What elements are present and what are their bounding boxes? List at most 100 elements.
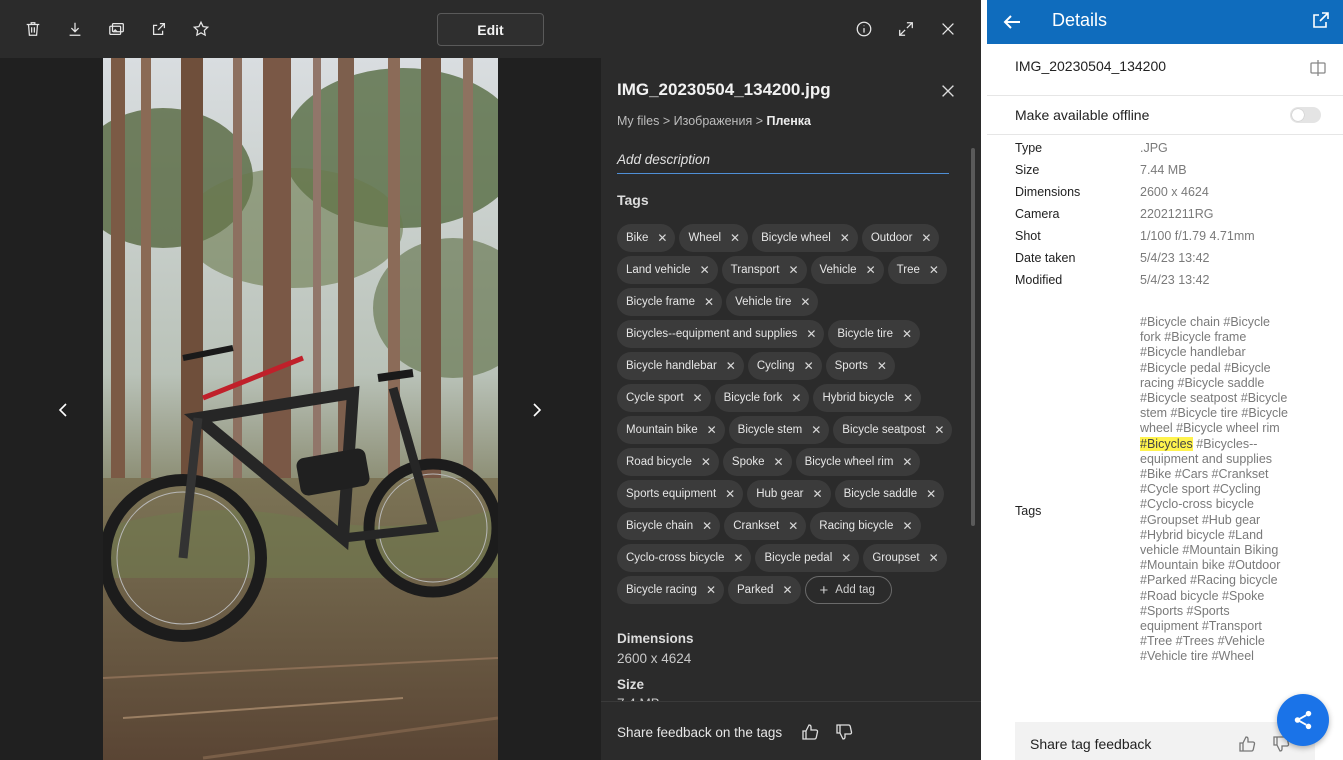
remove-tag-icon[interactable]: ✕ [788, 519, 798, 533]
tag-chip[interactable]: Bicycle chain ✕ [617, 512, 721, 540]
tag-chip[interactable]: Bicycle seatpost ✕ [833, 416, 953, 444]
tag-chip[interactable]: Vehicle ✕ [810, 256, 884, 284]
remove-tag-icon[interactable]: ✕ [926, 487, 936, 501]
tag-chip[interactable]: Vehicle tire ✕ [726, 288, 819, 316]
tag-chip[interactable]: Spoke ✕ [722, 448, 792, 476]
tag-chip[interactable]: Bicycle fork ✕ [714, 384, 810, 412]
remove-tag-icon[interactable]: ✕ [733, 551, 743, 565]
remove-tag-icon[interactable]: ✕ [791, 391, 801, 405]
tag-chip-label: Spoke [731, 456, 765, 468]
remove-tag-icon[interactable]: ✕ [929, 263, 939, 277]
remove-tag-icon[interactable]: ✕ [921, 231, 931, 245]
remove-tag-icon[interactable]: ✕ [813, 487, 823, 501]
tag-chip[interactable]: Racing bicycle ✕ [810, 512, 921, 540]
tag-chip[interactable]: Outdoor ✕ [861, 224, 940, 252]
remove-tag-icon[interactable]: ✕ [774, 455, 784, 469]
remove-tag-icon[interactable]: ✕ [902, 455, 912, 469]
download-icon[interactable] [63, 17, 87, 41]
remove-tag-icon[interactable]: ✕ [800, 295, 810, 309]
slideshow-icon[interactable] [105, 17, 129, 41]
tag-chip[interactable]: Bicycle handlebar ✕ [617, 352, 744, 380]
remove-tag-icon[interactable]: ✕ [866, 263, 876, 277]
remove-tag-icon[interactable]: ✕ [700, 263, 710, 277]
remove-tag-icon[interactable]: ✕ [840, 231, 850, 245]
fullscreen-icon[interactable] [894, 17, 918, 41]
breadcrumb-film[interactable]: Пленка [767, 114, 811, 128]
remove-tag-icon[interactable]: ✕ [806, 327, 816, 341]
back-arrow-icon[interactable] [1001, 11, 1023, 33]
remove-tag-icon[interactable]: ✕ [657, 231, 667, 245]
remove-tag-icon[interactable]: ✕ [804, 359, 814, 373]
rename-icon[interactable] [1308, 58, 1328, 78]
remove-tag-icon[interactable]: ✕ [706, 583, 716, 597]
tag-chip[interactable]: Road bicycle ✕ [617, 448, 719, 476]
tag-chip[interactable]: Bike ✕ [617, 224, 676, 252]
tag-chip[interactable]: Hybrid bicycle ✕ [813, 384, 922, 412]
tag-chip[interactable]: Bicycle wheel rim ✕ [795, 448, 921, 476]
tag-chip[interactable]: Cycle sport ✕ [617, 384, 711, 412]
remove-tag-icon[interactable]: ✕ [701, 455, 711, 469]
remove-tag-icon[interactable]: ✕ [704, 295, 714, 309]
add-tag-button[interactable]: + Add tag [804, 576, 892, 604]
tag-chip[interactable]: Mountain bike ✕ [617, 416, 725, 444]
remove-tag-icon[interactable]: ✕ [877, 359, 887, 373]
remove-tag-icon[interactable]: ✕ [841, 551, 851, 565]
description-input[interactable]: Add description [617, 148, 949, 174]
remove-tag-icon[interactable]: ✕ [929, 551, 939, 565]
breadcrumb-my-files[interactable]: My files [617, 114, 659, 128]
tag-chip[interactable]: Bicycles--equipment and supplies ✕ [617, 320, 825, 348]
tag-chip[interactable]: Bicycle tire ✕ [828, 320, 921, 348]
remove-tag-icon[interactable]: ✕ [725, 487, 735, 501]
remove-tag-icon[interactable]: ✕ [693, 391, 703, 405]
offline-toggle[interactable] [1290, 107, 1321, 123]
next-photo-icon[interactable] [524, 398, 548, 422]
remove-tag-icon[interactable]: ✕ [902, 327, 912, 341]
info-icon[interactable] [852, 17, 876, 41]
remove-tag-icon[interactable]: ✕ [702, 519, 712, 533]
remove-tag-icon[interactable]: ✕ [726, 359, 736, 373]
info-scrollbar[interactable] [971, 148, 975, 526]
previous-photo-icon[interactable] [52, 398, 76, 422]
tag-chip[interactable]: Transport ✕ [721, 256, 807, 284]
tag-chip[interactable]: Cyclo-cross bicycle ✕ [617, 544, 752, 572]
remove-tag-icon[interactable]: ✕ [903, 391, 913, 405]
tag-chip[interactable]: Sports ✕ [825, 352, 895, 380]
tag-chip[interactable]: Hub gear ✕ [747, 480, 831, 508]
remove-tag-icon[interactable]: ✕ [788, 263, 798, 277]
close-icon[interactable] [936, 17, 960, 41]
thumbs-up-icon[interactable] [1237, 734, 1257, 754]
tag-chip[interactable]: Bicycle wheel ✕ [752, 224, 858, 252]
open-external-icon[interactable] [1311, 10, 1331, 30]
share-fab-button[interactable] [1277, 694, 1329, 746]
divider [987, 95, 1343, 96]
remove-tag-icon[interactable]: ✕ [934, 423, 944, 437]
tag-chip[interactable]: Bicycle stem ✕ [728, 416, 830, 444]
file-title: IMG_20230504_134200.jpg [617, 80, 831, 99]
edit-button[interactable]: Edit [437, 13, 544, 46]
tag-chip[interactable]: Bicycle saddle ✕ [834, 480, 945, 508]
star-icon[interactable] [189, 17, 213, 41]
tag-chip[interactable]: Bicycle pedal ✕ [755, 544, 860, 572]
tag-chip[interactable]: Sports equipment ✕ [617, 480, 744, 508]
remove-tag-icon[interactable]: ✕ [782, 583, 792, 597]
remove-tag-icon[interactable]: ✕ [730, 231, 740, 245]
tag-chip[interactable]: Wheel ✕ [679, 224, 749, 252]
remove-tag-icon[interactable]: ✕ [902, 519, 912, 533]
tag-chip[interactable]: Crankset ✕ [724, 512, 807, 540]
tag-chip[interactable]: Land vehicle ✕ [617, 256, 718, 284]
remove-tag-icon[interactable]: ✕ [811, 423, 821, 437]
trash-icon[interactable] [21, 17, 45, 41]
thumbs-up-icon[interactable] [800, 722, 820, 742]
tag-chip[interactable]: Bicycle frame ✕ [617, 288, 723, 316]
tag-chip[interactable]: Groupset ✕ [863, 544, 947, 572]
close-info-icon[interactable] [939, 82, 957, 100]
thumbs-down-icon[interactable] [834, 722, 854, 742]
tag-chip[interactable]: Cycling ✕ [747, 352, 822, 380]
share-icon[interactable] [147, 17, 171, 41]
breadcrumb-images[interactable]: Изображения [674, 114, 753, 128]
remove-tag-icon[interactable]: ✕ [707, 423, 717, 437]
tag-chip[interactable]: Parked ✕ [728, 576, 801, 604]
tag-chip-label: Bicycle seatpost [842, 424, 926, 436]
tag-chip[interactable]: Tree ✕ [887, 256, 947, 284]
tag-chip[interactable]: Bicycle racing ✕ [617, 576, 725, 604]
